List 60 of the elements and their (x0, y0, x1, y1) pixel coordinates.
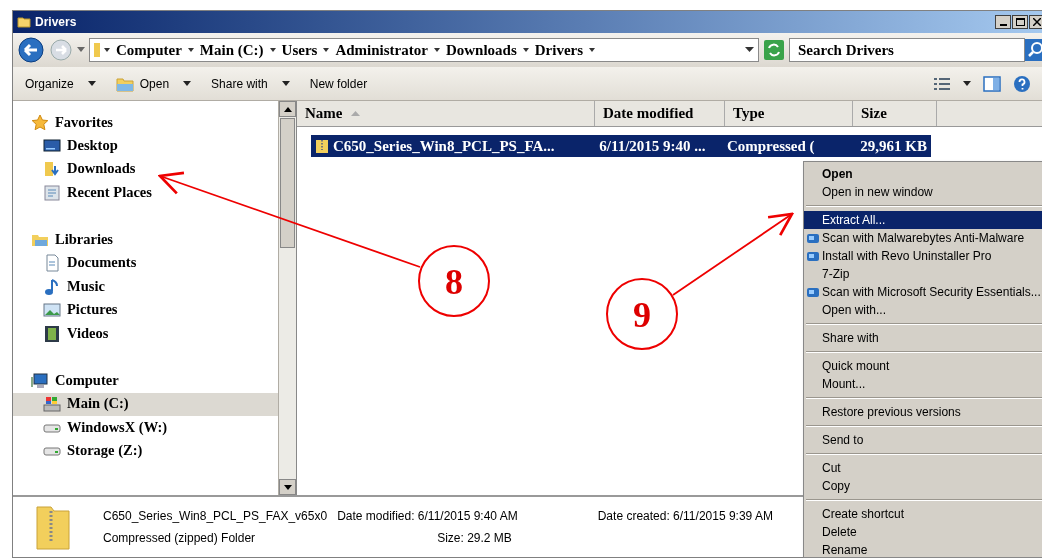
table-cell-text: 29,961 KB (860, 136, 927, 156)
nav-item[interactable]: Pictures (13, 298, 278, 322)
menu-item[interactable]: 7-Zip (804, 265, 1042, 283)
breadcrumb[interactable]: Downloads (445, 38, 517, 62)
nav-group[interactable]: Favorites (13, 111, 278, 134)
toolbar-button[interactable]: Open (115, 74, 192, 93)
detail-text: C650_Series_Win8_PCL_PS_FAX_v65x0 (103, 508, 328, 525)
toolbar-button[interactable]: Organize (25, 74, 96, 93)
toolbar-button[interactable]: Share with (211, 74, 290, 93)
nav-item[interactable]: Music (13, 275, 278, 299)
menu-item[interactable]: Install with Revo Uninstaller Pro (804, 247, 1042, 265)
callout-badge: 9 (606, 278, 678, 350)
menu-item[interactable]: Rename (804, 541, 1042, 558)
breadcrumb[interactable]: Computer (116, 38, 182, 62)
nav-item[interactable]: Main (C:) (13, 392, 278, 416)
menu-item[interactable]: Open with... (804, 301, 1042, 319)
column-header[interactable]: Name (297, 101, 595, 126)
menu-item[interactable]: Quick mount (804, 357, 1042, 375)
callout-badge: 8 (418, 245, 490, 317)
menu-item[interactable]: Mount... (804, 375, 1042, 393)
menu-item[interactable]: Scan with Microsoft Security Essentials... (804, 283, 1042, 301)
breadcrumb[interactable]: Users (281, 38, 318, 62)
breadcrumb[interactable]: Main (C:) (199, 38, 264, 62)
nav-item[interactable]: Downloads (13, 157, 278, 181)
nav-item[interactable]: WindowsX (W:) (13, 416, 278, 440)
menu-item[interactable]: Restore previous versions (804, 403, 1042, 421)
menu-item[interactable]: Cut (804, 459, 1042, 477)
menu-item[interactable]: Extract All... (804, 211, 1042, 229)
menu-item[interactable]: Create shortcut (804, 505, 1042, 523)
menu-item[interactable]: Copy (804, 477, 1042, 495)
column-header[interactable]: Size (853, 101, 937, 126)
menu-item[interactable]: Scan with Malwarebytes Anti-Malware (804, 229, 1042, 247)
nav-item[interactable]: Videos (13, 322, 278, 346)
breadcrumb[interactable]: Administrator (335, 38, 428, 62)
menu-item[interactable]: Send to (804, 431, 1042, 449)
column-header[interactable]: Type (725, 101, 853, 126)
window-title: Drivers (35, 14, 77, 31)
nav-item[interactable]: Storage (Z:) (13, 439, 278, 463)
detail-text: Date modified: 6/11/2015 9:40 AM (337, 508, 518, 525)
nav-item[interactable]: Desktop (13, 134, 278, 158)
address-bar[interactable]: Computer Main (C:) Users Administrator Downloads Drivers (89, 38, 759, 62)
detail-text: Compressed (zipped) Folder (103, 530, 257, 547)
menu-item[interactable]: Delete (804, 523, 1042, 541)
nav-item[interactable]: Recent Places (13, 181, 278, 205)
table-cell-text: 6/11/2015 9:40 ... (599, 136, 706, 156)
breadcrumb[interactable]: Drivers (534, 38, 584, 62)
nav-group[interactable]: Computer (13, 369, 278, 393)
menu-item[interactable]: Open (804, 165, 1042, 183)
nav-group[interactable]: Libraries (13, 228, 278, 252)
file-row[interactable]: C650_Series_Win8_PCL_PS_FA... 6/11/2015 9:40 ... Compressed ( 29,961 KB (311, 135, 931, 157)
nav-item[interactable]: Documents (13, 251, 278, 275)
search-field[interactable]: Search Drivers (789, 38, 1025, 62)
column-header[interactable]: Date modified (595, 101, 725, 126)
table-cell-text: C650_Series_Win8_PCL_PS_FA... (333, 136, 555, 156)
menu-item[interactable]: Share with (804, 329, 1042, 347)
toolbar-button[interactable]: New folder (309, 74, 368, 93)
detail-text: Date created: 6/11/2015 9:39 AM (596, 508, 773, 525)
detail-text: Size: 29.2 MB (436, 530, 513, 547)
menu-item[interactable]: Open in new window (804, 183, 1042, 201)
table-cell-text: Compressed ( (726, 136, 815, 156)
